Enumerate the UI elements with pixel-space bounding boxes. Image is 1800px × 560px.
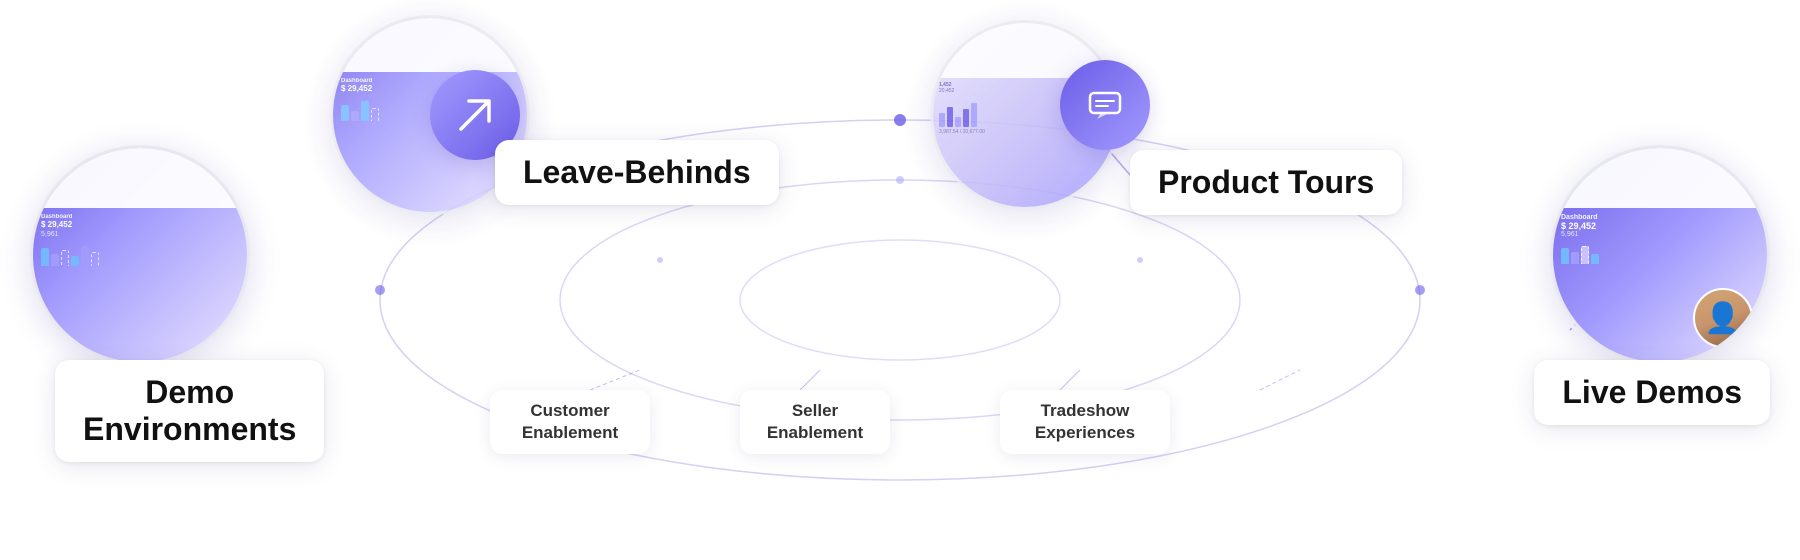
small-value-left: 5,961 — [41, 231, 239, 238]
ld-value: $ 29,452 — [1561, 221, 1759, 231]
seller-enablement-label: SellerEnablement — [740, 390, 890, 454]
ld-bar-1 — [1561, 248, 1569, 264]
leave-behinds-label: Leave-Behinds — [495, 140, 779, 205]
pt-b5 — [971, 103, 977, 127]
live-demos-label: Live Demos — [1534, 360, 1770, 425]
acme-logo-left: ACME — [41, 174, 62, 181]
bar-5 — [81, 246, 89, 266]
demo-environments-label: DemoEnvironments — [55, 360, 324, 462]
leave-behinds-title: Leave-Behinds — [523, 154, 751, 191]
dollar-value-left: $ 29,452 — [41, 220, 239, 229]
bar-4 — [71, 256, 79, 266]
avatar-left — [223, 170, 239, 186]
lb-bar-2 — [351, 111, 359, 121]
acme-logo-lb: ACME — [341, 42, 362, 49]
bar-2 — [51, 254, 59, 266]
lb-bar-3 — [361, 101, 369, 121]
live-demos-title: Live Demos — [1562, 374, 1742, 411]
demo-environments-circle: ACME Dashboard $ 29,452 5,961 — [30, 145, 250, 365]
avatar-lb — [503, 37, 519, 53]
lb-bar-1 — [341, 105, 349, 121]
customer-enablement-title: CustomerEnablement — [514, 400, 626, 444]
customer-enablement-label: CustomerEnablement — [490, 390, 650, 454]
seller-enablement-title: SellerEnablement — [764, 400, 866, 444]
ld-dashboard: Dashboard — [1561, 214, 1759, 221]
acme-logo-pt: ACME — [941, 48, 959, 54]
tradeshow-experiences-title: TradeshowExperiences — [1024, 400, 1146, 444]
product-tours-icon — [1060, 60, 1150, 150]
ld-bar-3 — [1581, 246, 1589, 264]
orbit-lines — [0, 0, 1800, 560]
pt-b4 — [963, 109, 969, 127]
ld-bar-4 — [1591, 254, 1599, 264]
ld-bar-2 — [1571, 252, 1579, 264]
pt-b3 — [955, 117, 961, 127]
lb-bar-4 — [371, 108, 379, 121]
main-scene: ACME Dashboard $ 29,452 5,961 DemoEnviro… — [0, 0, 1800, 560]
product-tours-label: Product Tours — [1130, 150, 1402, 215]
demo-environments-title: DemoEnvironments — [83, 374, 296, 448]
dashboard-title-left: Dashboard — [41, 214, 239, 220]
bar-1 — [41, 248, 49, 266]
bar-6 — [91, 252, 99, 266]
product-tours-title: Product Tours — [1158, 164, 1374, 201]
person-avatar: 👤 — [1693, 288, 1753, 348]
tradeshow-experiences-label: TradeshowExperiences — [1000, 390, 1170, 454]
live-demos-circle: ACME Dashboard $ 29,452 5,961 👤 — [1550, 145, 1770, 365]
pt-b2 — [947, 107, 953, 127]
pt-b1 — [939, 113, 945, 127]
acme-logo-ld: ACME — [1561, 174, 1582, 181]
ld-small: 5,961 — [1561, 231, 1759, 238]
bar-3 — [61, 250, 69, 266]
